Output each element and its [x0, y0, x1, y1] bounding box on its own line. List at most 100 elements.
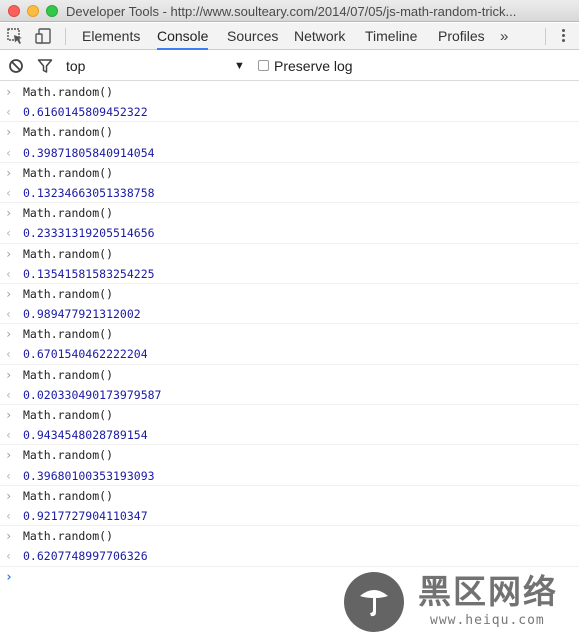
- toolbar-divider: [65, 28, 66, 45]
- clear-console-icon[interactable]: [8, 58, 24, 74]
- input-chevron-icon: ›: [5, 206, 13, 221]
- result-chevron-icon: ‹: [5, 468, 13, 483]
- console-input-text: Math.random(): [23, 246, 114, 261]
- inspect-element-icon[interactable]: [6, 27, 24, 45]
- console-result-line: ‹ 0.020330490173979587: [0, 385, 579, 405]
- toolbar-divider: [545, 28, 546, 45]
- console-output[interactable]: › Math.random() ‹ 0.6160145809452322 › Math.r…: [0, 82, 579, 636]
- console-input-text: Math.random(): [23, 367, 114, 382]
- menu-kebab-icon[interactable]: [560, 29, 566, 45]
- zoom-window-button[interactable]: [46, 5, 58, 17]
- input-chevron-icon: ›: [5, 246, 13, 261]
- console-input-text: Math.random(): [23, 165, 114, 180]
- watermark: 黑区网络 www.heiqu.com: [344, 572, 576, 634]
- result-chevron-icon: ‹: [5, 226, 13, 241]
- console-input-line: › Math.random(): [0, 82, 579, 102]
- input-chevron-icon: ›: [5, 165, 13, 180]
- input-chevron-icon: ›: [5, 367, 13, 382]
- console-result-line: ‹ 0.13541581583254225: [0, 264, 579, 284]
- result-chevron-icon: ‹: [5, 428, 13, 443]
- console-input-text: Math.random(): [23, 286, 114, 301]
- console-result-line: ‹ 0.39871805840914054: [0, 143, 579, 163]
- console-input-text: Math.random(): [23, 448, 114, 463]
- console-result-value: 0.39871805840914054: [23, 145, 155, 160]
- console-input-text: Math.random(): [23, 408, 114, 422]
- result-chevron-icon: ‹: [5, 347, 13, 362]
- close-window-button[interactable]: [8, 5, 20, 17]
- console-input-line: › Math.random(): [0, 284, 579, 304]
- console-input-text: Math.random(): [23, 125, 114, 140]
- input-chevron-icon: ›: [5, 286, 13, 301]
- console-input-line: › Math.random(): [0, 122, 579, 142]
- result-chevron-icon: ‹: [5, 549, 13, 564]
- console-result-line: ‹ 0.9434548028789154: [0, 425, 579, 446]
- result-chevron-icon: ‹: [5, 508, 13, 523]
- result-chevron-icon: ‹: [5, 266, 13, 281]
- watermark-text: 黑区网络: [418, 572, 558, 611]
- console-input-line: › Math.random(): [0, 163, 579, 183]
- console-result-value: 0.23331319205514656: [23, 226, 155, 241]
- filter-icon[interactable]: [37, 58, 53, 74]
- tab-profiles[interactable]: Profiles: [438, 23, 485, 50]
- console-input-line: › Math.random(): [0, 486, 579, 506]
- device-mode-icon[interactable]: [35, 27, 53, 45]
- console-input-text: Math.random(): [23, 85, 114, 99]
- console-result-line: ‹ 0.13234663051338758: [0, 183, 579, 204]
- watermark-url: www.heiqu.com: [430, 613, 545, 628]
- console-result-value: 0.6207748997706326: [23, 549, 148, 564]
- console-filterbar: top ▼ Preserve log: [0, 51, 579, 81]
- console-result-line: ‹ 0.6160145809452322: [0, 102, 579, 123]
- console-input-line: › Math.random(): [0, 244, 579, 264]
- console-result-value: 0.6160145809452322: [23, 105, 148, 120]
- console-input-line: › Math.random(): [0, 526, 579, 546]
- watermark-logo-icon: [344, 572, 404, 632]
- tab-network[interactable]: Network: [294, 23, 345, 50]
- devtools-tabbar: Elements Console Sources Network Timelin…: [0, 23, 579, 50]
- context-select[interactable]: top: [66, 57, 246, 75]
- result-chevron-icon: ‹: [5, 387, 13, 402]
- input-chevron-icon: ›: [5, 327, 13, 342]
- console-result-value: 0.39680100353193093: [23, 468, 155, 483]
- console-input-text: Math.random(): [23, 327, 114, 342]
- console-input-text: Math.random(): [23, 206, 114, 221]
- console-input-line: › Math.random(): [0, 445, 579, 465]
- result-chevron-icon: ‹: [5, 185, 13, 200]
- input-chevron-icon: ›: [5, 85, 13, 99]
- input-chevron-icon: ›: [5, 488, 13, 503]
- preserve-log-checkbox[interactable]: [258, 60, 269, 71]
- console-input-line: › Math.random(): [0, 405, 579, 425]
- console-result-value: 0.6701540462222204: [23, 347, 148, 362]
- console-result-value: 0.9434548028789154: [23, 428, 148, 443]
- prompt-caret-icon: ›: [5, 569, 13, 585]
- more-tabs-icon[interactable]: »: [500, 23, 508, 50]
- console-result-value: 0.9217727904110347: [23, 508, 148, 523]
- tab-timeline[interactable]: Timeline: [365, 23, 417, 50]
- console-result-value: 0.13541581583254225: [23, 266, 155, 281]
- console-input-text: Math.random(): [23, 529, 114, 544]
- console-result-line: ‹ 0.9217727904110347: [0, 506, 579, 527]
- console-result-line: ‹ 0.23331319205514656: [0, 223, 579, 244]
- chevron-down-icon[interactable]: ▼: [234, 58, 245, 74]
- console-input-line: › Math.random(): [0, 324, 579, 344]
- console-result-line: ‹ 0.989477921312002: [0, 304, 579, 325]
- tab-sources[interactable]: Sources: [227, 23, 278, 50]
- console-result-line: ‹ 0.6701540462222204: [0, 344, 579, 365]
- input-chevron-icon: ›: [5, 448, 13, 463]
- console-result-line: ‹ 0.39680100353193093: [0, 466, 579, 486]
- console-result-value: 0.989477921312002: [23, 307, 141, 322]
- result-chevron-icon: ‹: [5, 105, 13, 120]
- console-result-line: ‹ 0.6207748997706326: [0, 546, 579, 567]
- tab-elements[interactable]: Elements: [82, 23, 140, 50]
- window-title: Developer Tools - http://www.soulteary.c…: [66, 4, 517, 19]
- input-chevron-icon: ›: [5, 408, 13, 422]
- console-result-value: 0.13234663051338758: [23, 185, 155, 200]
- console-result-value: 0.020330490173979587: [23, 387, 162, 402]
- input-chevron-icon: ›: [5, 125, 13, 140]
- preserve-log-label: Preserve log: [274, 58, 353, 74]
- console-input-line: › Math.random(): [0, 365, 579, 385]
- tab-console[interactable]: Console: [157, 23, 209, 50]
- console-input-text: Math.random(): [23, 488, 114, 503]
- minimize-window-button[interactable]: [27, 5, 39, 17]
- result-chevron-icon: ‹: [5, 145, 13, 160]
- input-chevron-icon: ›: [5, 529, 13, 544]
